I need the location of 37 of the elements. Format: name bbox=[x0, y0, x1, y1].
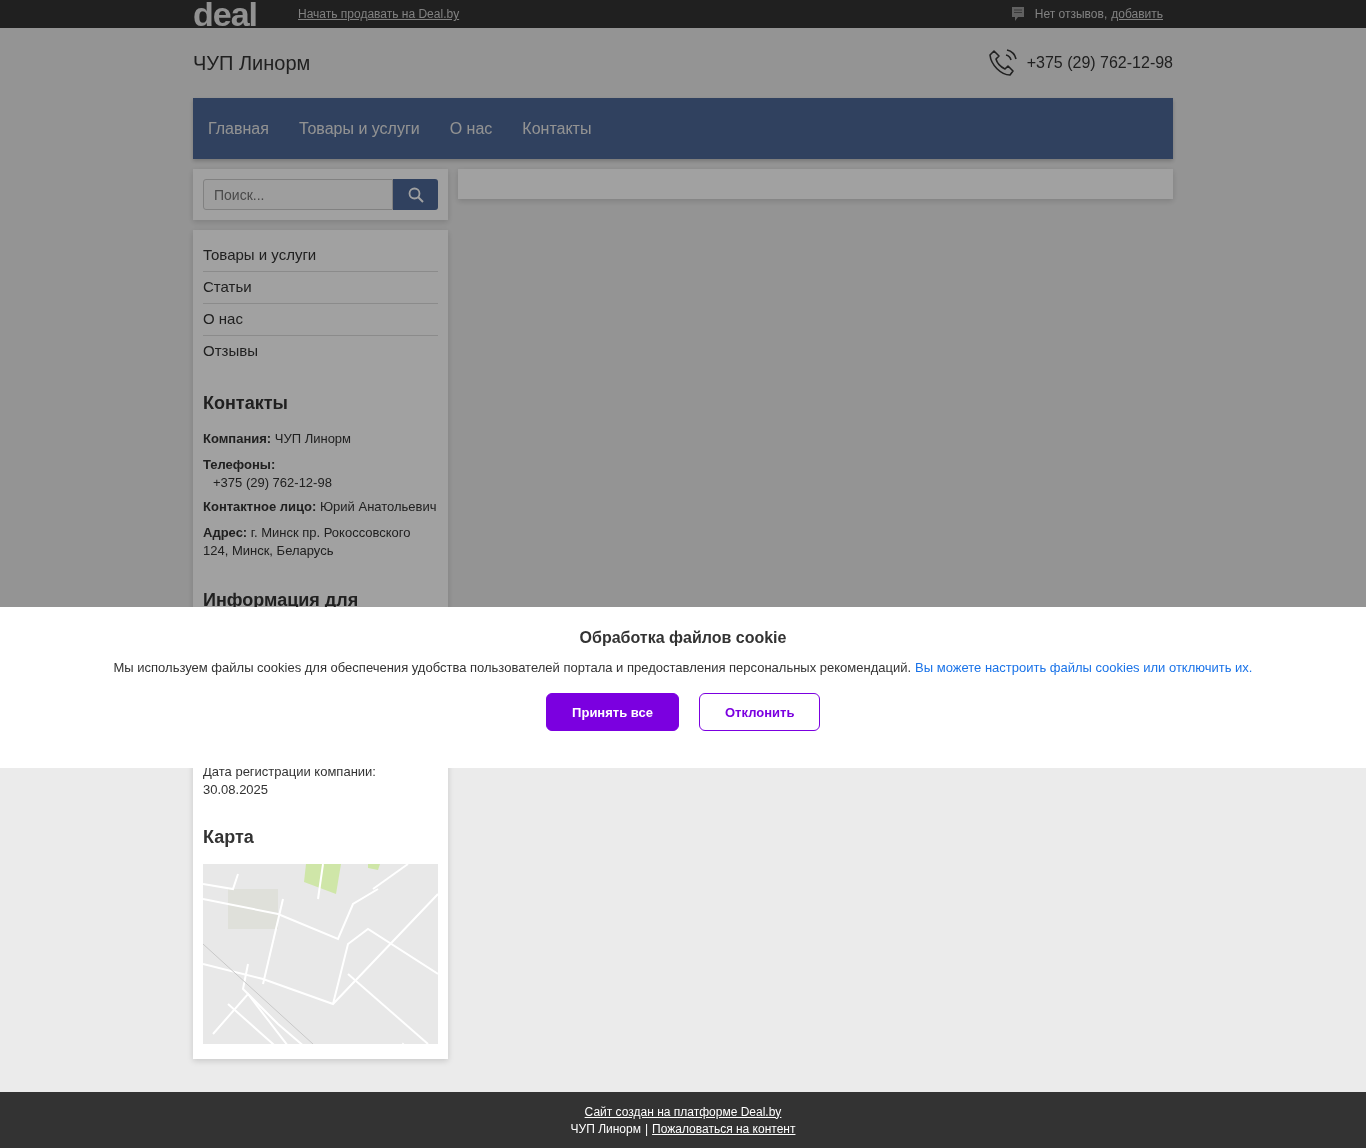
registration-date: 30.08.2025 bbox=[203, 781, 270, 799]
accept-button[interactable]: Принять все bbox=[546, 693, 679, 731]
footer-company: ЧУП Линорм bbox=[570, 1121, 641, 1136]
section-title: Карта bbox=[203, 827, 255, 848]
registration-label: Дата регистрации компании: bbox=[203, 763, 377, 781]
phone-number: +375 (29) 762-12-98 bbox=[1026, 54, 1173, 72]
phone-icon bbox=[986, 47, 1019, 79]
contact-detail: Адрес: г. Минск пр. Рокоссовского 124, Минск, Беларусь bbox=[203, 524, 412, 560]
reviews-text: Нет отзывов, bbox=[1034, 7, 1108, 21]
search-icon bbox=[407, 186, 424, 203]
separator: | bbox=[644, 1121, 649, 1136]
complaint-link[interactable]: Пожаловаться на контент bbox=[652, 1121, 796, 1136]
sidebar-link[interactable]: О нас bbox=[203, 304, 438, 336]
logo[interactable]: deal bbox=[193, 0, 285, 28]
contact-detail: Контактное лицо: Юрий Анатольевич bbox=[203, 498, 438, 516]
company-name: ЧУП Линорм bbox=[193, 51, 311, 75]
search-field[interactable]: Поиск... bbox=[203, 179, 393, 210]
search-button[interactable] bbox=[393, 179, 438, 210]
cookie-title: Обработка файлов cookie bbox=[579, 629, 787, 647]
nav-link[interactable]: Контакты bbox=[522, 119, 592, 138]
sidebar-link[interactable]: Товары и услуги bbox=[203, 240, 438, 272]
add-review-link[interactable]: добавить bbox=[1111, 7, 1163, 21]
contact-label: Телефоны: bbox=[203, 456, 277, 474]
cookie-text: Мы используем файлы cookies для обеспечения удобства пользователей портала и предоставления персональных рекомендаций. bbox=[113, 660, 912, 675]
platform-link[interactable]: Сайт создан на платформе Deal.by bbox=[584, 1104, 782, 1119]
contact-detail: Компания: ЧУП Линорм bbox=[203, 430, 353, 448]
sidebar-link[interactable]: Отзывы bbox=[203, 336, 438, 367]
contact-value: +375 (29) 762-12-98 bbox=[212, 474, 333, 492]
comment-icon bbox=[1010, 6, 1025, 22]
cookie-settings-link[interactable]: Вы можете настроить файлы cookies или отключить их. bbox=[915, 660, 1253, 675]
decline-button[interactable]: Отклонить bbox=[699, 693, 820, 731]
nav-link[interactable]: Главная bbox=[208, 119, 269, 138]
sidebar-link[interactable]: Статьи bbox=[203, 272, 438, 304]
nav-link[interactable]: Товары и услуги bbox=[298, 119, 420, 138]
section-title: Контакты bbox=[203, 393, 289, 414]
sell-link[interactable]: Начать продавать на Deal.by bbox=[298, 7, 460, 21]
nav-link[interactable]: О нас bbox=[449, 119, 493, 138]
